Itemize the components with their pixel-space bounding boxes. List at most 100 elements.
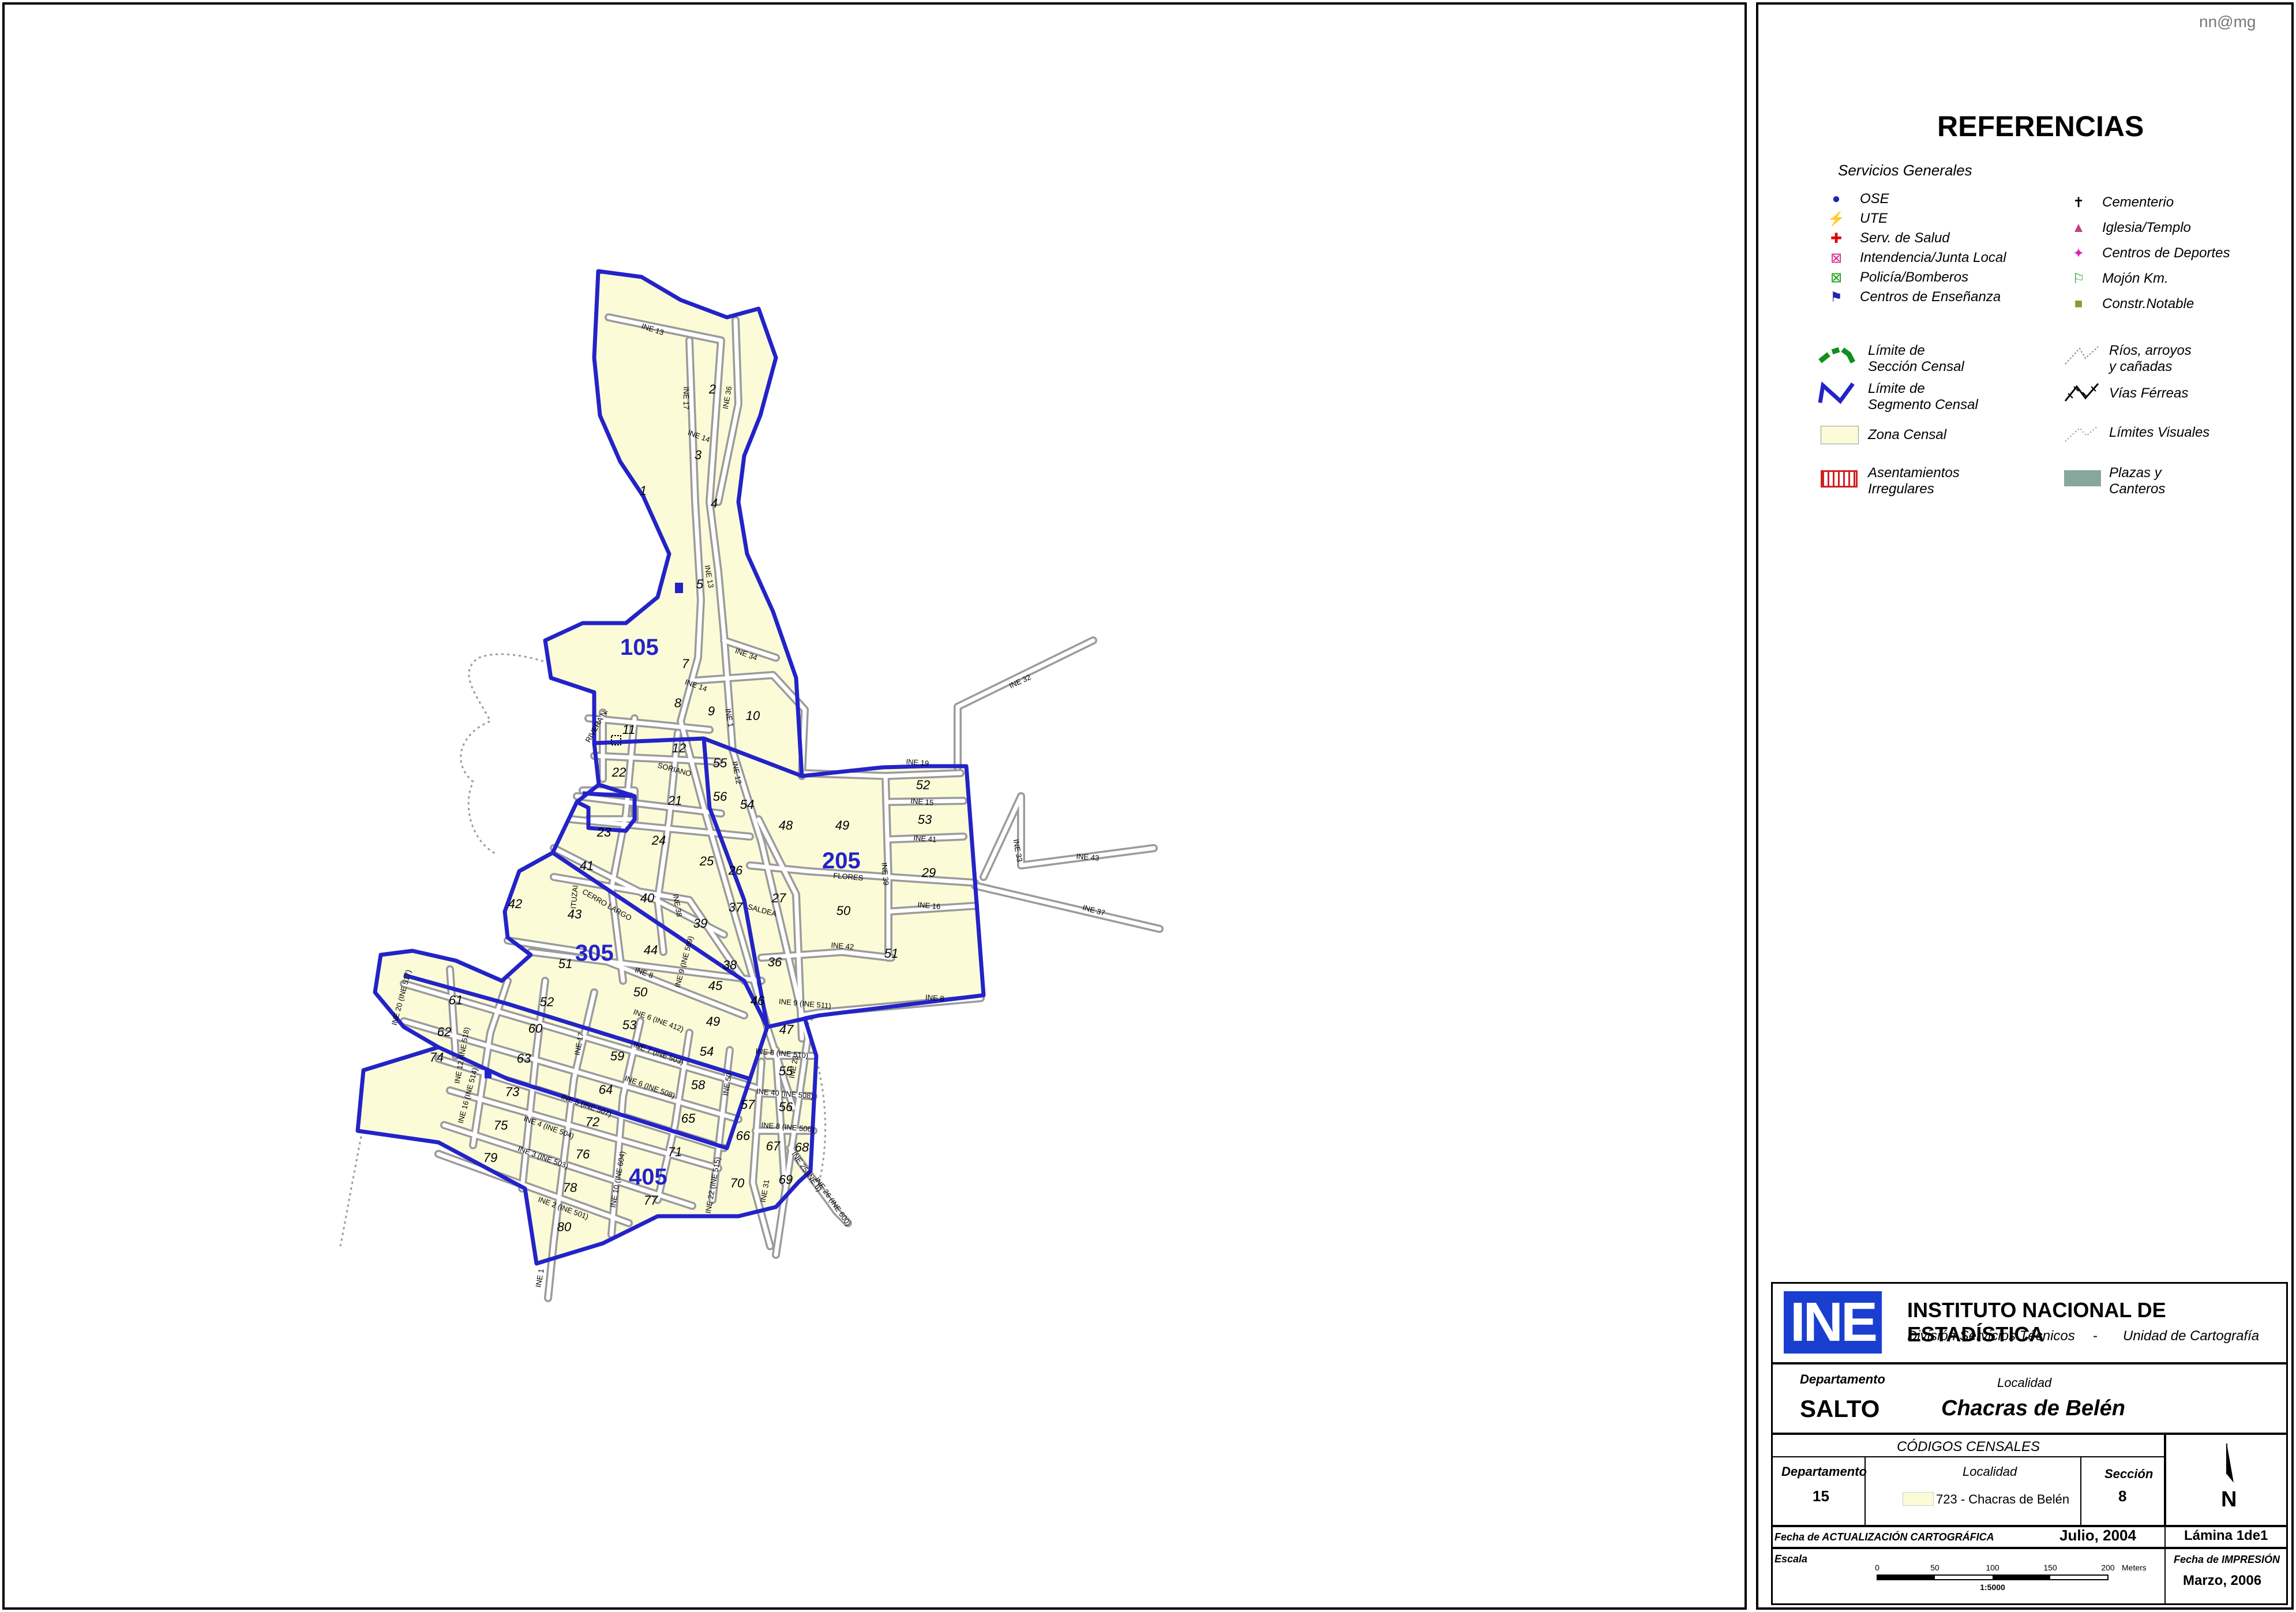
legend-plazas-line2: Canteros	[2109, 481, 2166, 497]
census-map[interactable]: INE 13INE 17 INE 36INE 14INE 13INE 34INE …	[0, 0, 1748, 1612]
zone-label[interactable]: 59	[610, 1049, 624, 1063]
zone-label[interactable]: 49	[706, 1014, 720, 1029]
dept-value: SALTO	[1800, 1395, 1880, 1422]
codes-col-divider-2	[2080, 1456, 2081, 1527]
zone-label[interactable]: 63	[517, 1051, 531, 1066]
zone-label[interactable]: 79	[483, 1150, 497, 1165]
zone-label[interactable]: 55	[713, 756, 727, 770]
zone-label[interactable]: 41	[580, 859, 594, 873]
zone-label[interactable]: 9	[708, 704, 715, 718]
zone-label[interactable]: 55	[779, 1064, 793, 1078]
zone-label[interactable]: 10	[746, 708, 760, 723]
scale-bar: 0 50 100 150 200 Meters 1:5000	[1875, 1563, 2146, 1592]
zone-label[interactable]: 54	[700, 1044, 714, 1059]
zone-label[interactable]: 27	[771, 891, 786, 905]
legend-item-right-3: ⚐ Mojón Km.	[2070, 270, 2168, 287]
section-label-305: 305	[575, 940, 614, 966]
zone-label[interactable]: 46	[751, 994, 765, 1008]
update-label: Fecha de ACTUALIZACIÓN CARTOGRÁFICA	[1774, 1531, 1994, 1543]
zone-label[interactable]: 37	[729, 900, 743, 914]
zone-label[interactable]: 51	[558, 957, 572, 971]
zone-label[interactable]: 62	[437, 1025, 451, 1039]
river-symbol	[2065, 346, 2099, 365]
legend-limite-seccion-line2: Sección Censal	[1868, 359, 1964, 374]
zone-label[interactable]: 4	[711, 496, 718, 511]
legend-item-left-0: ● OSE	[1828, 190, 1889, 208]
legend-item-right-2: ✦ Centros de Deportes	[2070, 245, 2230, 262]
zone-label[interactable]: 1	[640, 483, 647, 498]
zone-label[interactable]: 54	[740, 797, 754, 812]
zone-label[interactable]: 58	[691, 1078, 706, 1092]
zone-label[interactable]: 44	[644, 943, 658, 957]
visual-limit-symbol	[2065, 425, 2099, 442]
legend-item-label: OSE	[1860, 191, 1889, 207]
zone-label[interactable]: 56	[779, 1100, 793, 1114]
zone-label[interactable]: 50	[836, 904, 851, 918]
zone-label[interactable]: 52	[540, 995, 554, 1009]
zone-label[interactable]: 67	[766, 1139, 781, 1153]
zone-label[interactable]: 22	[611, 765, 626, 779]
zone-label[interactable]: 24	[651, 833, 666, 848]
codes-dept-value: 15	[1813, 1487, 1829, 1505]
zone-label[interactable]: 26	[728, 863, 743, 878]
zone-label[interactable]: 68	[795, 1140, 809, 1154]
zone-label[interactable]: 66	[736, 1129, 751, 1143]
print-label: Fecha de IMPRESIÓN	[2174, 1553, 2280, 1566]
zone-label[interactable]: 3	[695, 448, 702, 462]
zone-label[interactable]: 56	[713, 789, 727, 804]
legend-limites-visuales: Límites Visuales	[2109, 425, 2210, 440]
zone-label[interactable]: 29	[921, 865, 936, 880]
zone-label[interactable]: 80	[557, 1220, 572, 1234]
zone-label[interactable]: 47	[779, 1022, 794, 1037]
notable-square-icon: ■	[2074, 296, 2083, 312]
dept-label: Departamento	[1800, 1372, 1885, 1386]
zone-label[interactable]: 64	[599, 1082, 613, 1097]
legend-item-label: Intendencia/Junta Local	[1860, 250, 2006, 265]
zone-label[interactable]: 36	[768, 955, 782, 969]
school-flag-icon	[485, 1070, 492, 1078]
zone-label[interactable]: 51	[884, 946, 898, 961]
zone-label[interactable]: 11	[622, 722, 636, 737]
zone-label[interactable]: 74	[430, 1050, 444, 1064]
zone-label[interactable]: 12	[672, 741, 686, 755]
zone-label[interactable]: 2	[708, 382, 716, 396]
zone-label[interactable]: 65	[681, 1111, 696, 1126]
railway-symbol	[2064, 383, 2099, 402]
zone-label[interactable]: 40	[640, 891, 655, 905]
zone-label[interactable]: 78	[563, 1180, 577, 1195]
zone-label[interactable]: 23	[596, 825, 611, 839]
zone-label[interactable]: 50	[633, 985, 648, 999]
police-box-icon: ⊠	[1830, 269, 1843, 286]
zone-label[interactable]: 48	[779, 818, 793, 833]
zone-label[interactable]: 77	[644, 1193, 658, 1208]
zone-label[interactable]: 73	[505, 1085, 520, 1099]
zone-label[interactable]: 69	[779, 1172, 793, 1187]
zone-label[interactable]: 21	[667, 793, 682, 808]
zone-label[interactable]: 43	[568, 907, 582, 921]
zone-label[interactable]: 70	[730, 1176, 745, 1190]
zone-label[interactable]: 61	[449, 993, 463, 1007]
codes-divider	[1771, 1456, 2166, 1457]
section-label-205: 205	[822, 848, 861, 874]
zone-label[interactable]: 25	[699, 854, 714, 868]
zone-label[interactable]: 49	[835, 818, 849, 833]
zone-label[interactable]: 71	[668, 1145, 682, 1159]
zone-label[interactable]: 38	[723, 958, 737, 972]
zone-label[interactable]: 53	[622, 1018, 637, 1032]
zone-label[interactable]: 39	[693, 916, 707, 931]
street-label: INE 1	[534, 1268, 545, 1288]
zone-label[interactable]: 75	[494, 1118, 508, 1133]
scale-label: Escala	[1774, 1553, 1808, 1565]
zone-label[interactable]: 57	[741, 1097, 755, 1112]
zone-label[interactable]: 8	[674, 696, 682, 710]
zone-label[interactable]: 5	[696, 577, 704, 591]
zone-label[interactable]: 45	[708, 979, 723, 993]
zone-label[interactable]: 52	[916, 778, 930, 792]
legend-item-left-1: ⚡ UTE	[1828, 210, 1888, 227]
zone-label[interactable]: 42	[508, 897, 522, 911]
zone-label[interactable]: 76	[576, 1147, 590, 1161]
zone-label[interactable]: 60	[528, 1021, 543, 1036]
zone-label[interactable]: 72	[586, 1115, 599, 1129]
zone-label[interactable]: 7	[682, 657, 689, 671]
zone-label[interactable]: 53	[918, 812, 932, 827]
